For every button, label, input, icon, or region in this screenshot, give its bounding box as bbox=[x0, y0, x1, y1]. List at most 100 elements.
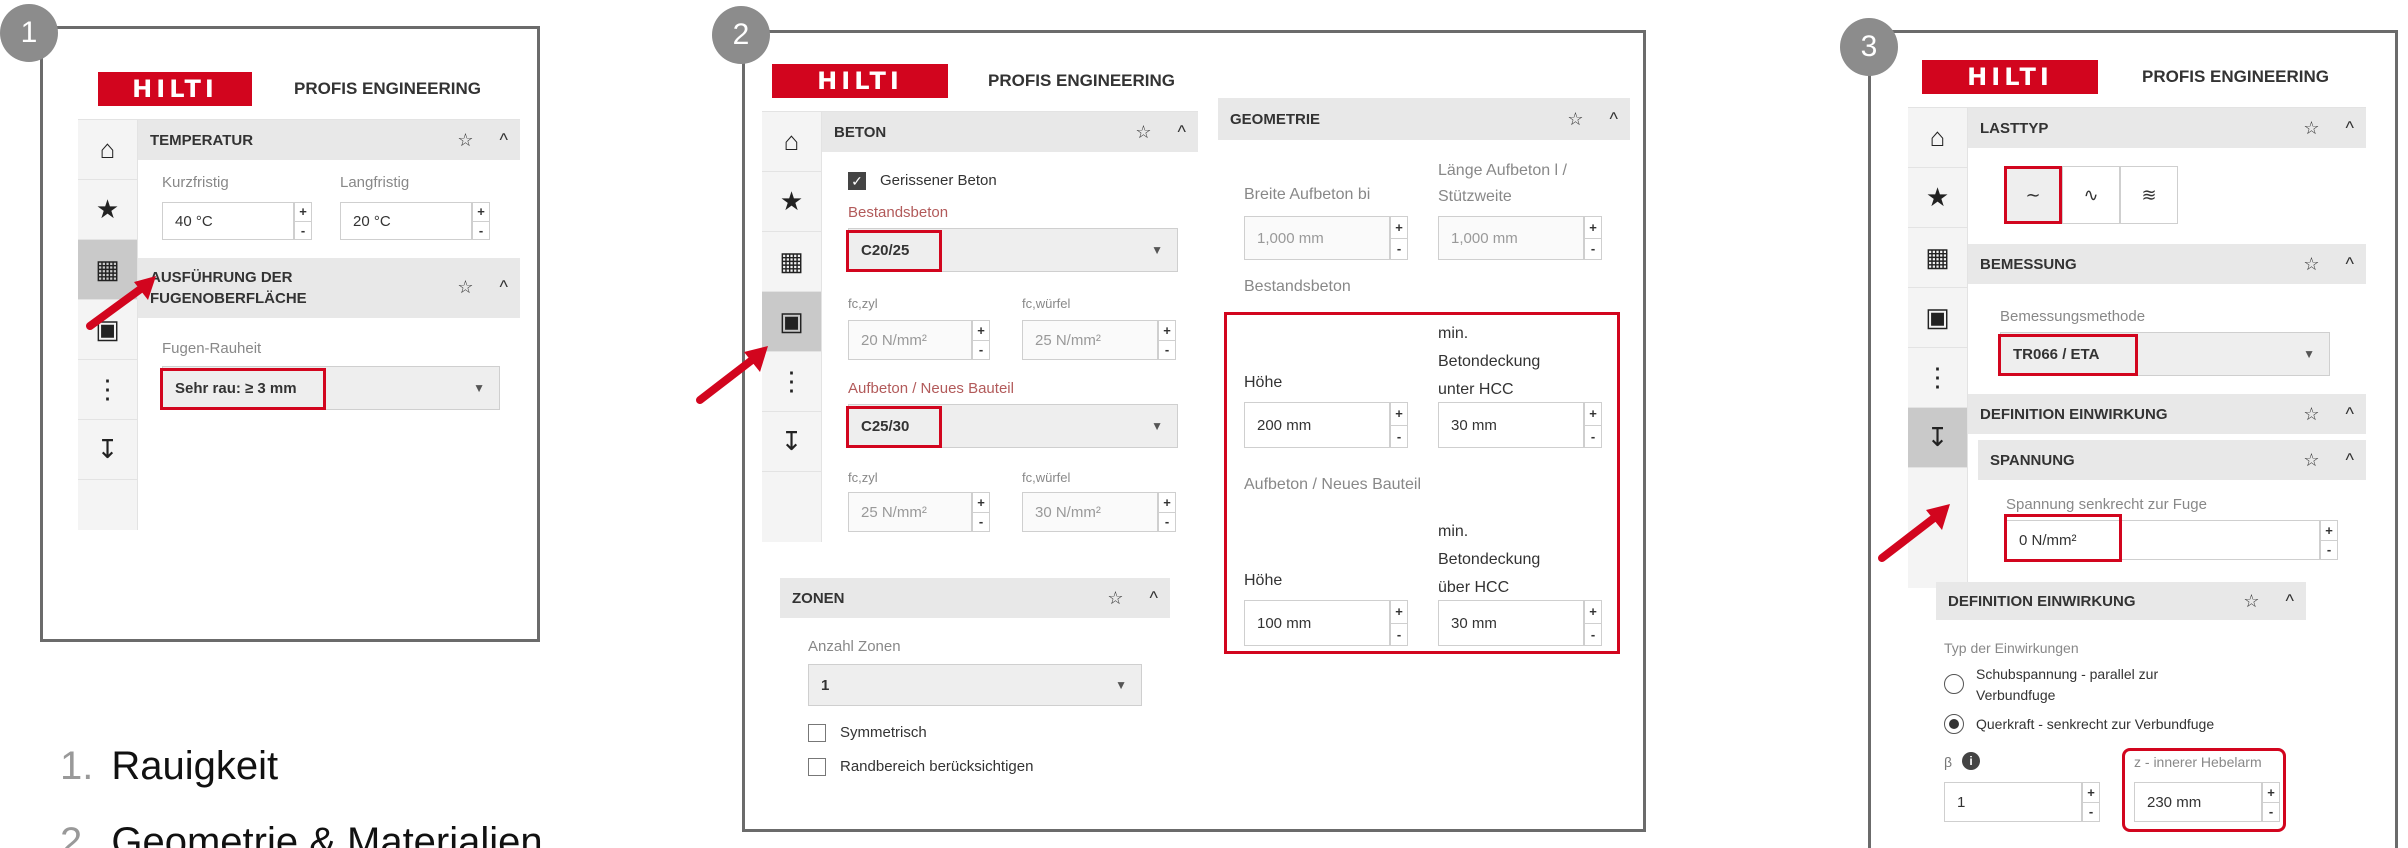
new-concrete-select[interactable]: C25/30 ▼ bbox=[848, 404, 1178, 448]
shear-stress-radio[interactable] bbox=[1944, 674, 1964, 694]
zones-count-select[interactable]: 1 ▼ bbox=[808, 664, 1142, 706]
length-input[interactable]: 1,000 mm bbox=[1438, 216, 1584, 260]
existing-cover-input[interactable]: 30 mm bbox=[1438, 402, 1584, 448]
section-header-design[interactable]: BEMESSUNG ☆ ^ bbox=[1968, 244, 2366, 284]
section-header-temperature[interactable]: TEMPERATUR ☆ ^ bbox=[138, 120, 520, 160]
star-icon[interactable]: ★ bbox=[78, 180, 137, 240]
section-header-action[interactable]: DEFINITION EINWIRKUNG ☆ ^ bbox=[1968, 394, 2366, 434]
transverse-force-label: Querkraft - senkrecht zur Verbundfuge bbox=[1976, 716, 2215, 732]
existing-height-stepper[interactable]: + - bbox=[1390, 402, 1408, 448]
zones-card: ZONEN ☆ ^ Anzahl Zonen 1 ▼ Symmetrisch Ran… bbox=[780, 578, 1170, 810]
star-icon[interactable]: ☆ bbox=[1567, 109, 1583, 130]
info-icon[interactable]: i bbox=[1962, 752, 1980, 770]
existing-fczyl-stepper[interactable]: + - bbox=[972, 320, 990, 360]
star-icon[interactable]: ★ bbox=[762, 172, 821, 232]
existing-fcwurfel-input[interactable]: 25 N/mm² bbox=[1022, 320, 1158, 360]
new-cover-input[interactable]: 30 mm bbox=[1438, 600, 1584, 646]
legend-item-2: 2. Geometrie & Materialien bbox=[60, 820, 543, 848]
short-term-input[interactable]: 40 °C bbox=[162, 202, 294, 240]
edge-region-checkbox[interactable] bbox=[808, 758, 826, 776]
section-header-zones[interactable]: ZONEN ☆ ^ bbox=[780, 578, 1170, 618]
beta-stepper[interactable]: + - bbox=[2082, 782, 2100, 822]
star-icon[interactable]: ☆ bbox=[2303, 118, 2319, 139]
chevron-up-icon[interactable]: ^ bbox=[500, 130, 508, 151]
fc-zyl-label: fc,zyl bbox=[848, 296, 878, 311]
chevron-up-icon[interactable]: ^ bbox=[500, 275, 508, 300]
existing-fcwurfel-stepper[interactable]: + - bbox=[1158, 320, 1176, 360]
chevron-up-icon[interactable]: ^ bbox=[2286, 591, 2294, 612]
existing-fczyl-input[interactable]: 20 N/mm² bbox=[848, 320, 972, 360]
beta-input[interactable]: 1 bbox=[1944, 782, 2082, 822]
chevron-up-icon[interactable]: ^ bbox=[2346, 450, 2354, 471]
section-header-surface[interactable]: AUSFÜHRUNG DER FUGENOBERFLÄCHE ☆ ^ bbox=[138, 258, 520, 318]
home-icon[interactable]: ⌂ bbox=[1908, 108, 1967, 168]
width-stepper[interactable]: + - bbox=[1390, 216, 1408, 260]
fatigue-load-button[interactable]: ≋ bbox=[2120, 166, 2178, 224]
roughness-select[interactable]: Sehr rau: ≥ 3 mm ▼ bbox=[162, 366, 500, 410]
concrete-blocks-icon[interactable]: ▦ bbox=[762, 232, 821, 292]
chevron-up-icon[interactable]: ^ bbox=[2346, 404, 2354, 425]
new-fcwurfel-input[interactable]: 30 N/mm² bbox=[1022, 492, 1158, 532]
section-header-geometry[interactable]: GEOMETRIE ☆ ^ bbox=[1218, 98, 1630, 140]
section-header-concrete[interactable]: BETON ☆ ^ bbox=[822, 112, 1198, 152]
new-height-stepper[interactable]: + - bbox=[1390, 600, 1408, 646]
static-load-button[interactable]: ∼ bbox=[2004, 166, 2062, 224]
home-icon[interactable]: ⌂ bbox=[762, 112, 821, 172]
transverse-force-radio[interactable] bbox=[1944, 714, 1964, 734]
long-term-input[interactable]: 20 °C bbox=[340, 202, 472, 240]
lever-arm-input[interactable]: 230 mm bbox=[2134, 782, 2262, 822]
app-header: HILTI PROFIS ENGINEERING bbox=[762, 50, 1198, 112]
chevron-down-icon: ▼ bbox=[1115, 678, 1127, 692]
section-header-action-2[interactable]: DEFINITION EINWIRKUNG ☆ ^ bbox=[1936, 582, 2306, 620]
star-icon[interactable]: ☆ bbox=[2243, 591, 2259, 612]
star-icon[interactable]: ☆ bbox=[2303, 254, 2319, 275]
star-icon[interactable]: ☆ bbox=[1107, 588, 1123, 609]
load-icon[interactable]: ↧ bbox=[1908, 408, 1967, 468]
short-term-stepper[interactable]: + - bbox=[294, 202, 312, 240]
existing-concrete-select[interactable]: C20/25 ▼ bbox=[848, 228, 1178, 272]
anchor-icon[interactable]: ⋮ bbox=[1908, 348, 1967, 408]
existing-cover-stepper[interactable]: + - bbox=[1584, 402, 1602, 448]
action-definition-card: DEFINITION EINWIRKUNG ☆ ^ Typ der Einwirk… bbox=[1936, 582, 2306, 848]
new-cover-stepper[interactable]: + - bbox=[1584, 600, 1602, 646]
shear-stress-label: Schubspannung - parallel zur Verbundfuge bbox=[1976, 666, 2159, 703]
star-icon[interactable]: ☆ bbox=[2303, 404, 2319, 425]
long-term-stepper[interactable]: + - bbox=[472, 202, 490, 240]
new-height-input[interactable]: 100 mm bbox=[1244, 600, 1390, 646]
new-fczyl-stepper[interactable]: + - bbox=[972, 492, 990, 532]
hilti-logo: HILTI bbox=[772, 63, 948, 98]
fc-zyl-label: fc,zyl bbox=[848, 470, 878, 485]
chevron-up-icon[interactable]: ^ bbox=[1178, 122, 1186, 143]
symmetric-checkbox[interactable] bbox=[808, 724, 826, 742]
chevron-up-icon[interactable]: ^ bbox=[2346, 118, 2354, 139]
load-icon[interactable]: ↧ bbox=[762, 412, 821, 472]
length-stepper[interactable]: + - bbox=[1584, 216, 1602, 260]
section-header-loadtype[interactable]: LASTTYP ☆ ^ bbox=[1968, 108, 2366, 148]
home-icon[interactable]: ⌂ bbox=[78, 120, 137, 180]
new-fcwurfel-stepper[interactable]: + - bbox=[1158, 492, 1176, 532]
cube-icon[interactable]: ▣ bbox=[1908, 288, 1967, 348]
star-icon[interactable]: ☆ bbox=[2303, 450, 2319, 471]
design-method-select[interactable]: TR066 / ETA ▼ bbox=[2000, 332, 2330, 376]
stress-input[interactable]: 0 N/mm² bbox=[2006, 520, 2320, 560]
star-icon[interactable]: ★ bbox=[1908, 168, 1967, 228]
stress-stepper[interactable]: + - bbox=[2320, 520, 2338, 560]
cracked-concrete-checkbox[interactable]: ✓ bbox=[848, 172, 866, 190]
width-input[interactable]: 1,000 mm bbox=[1244, 216, 1390, 260]
anchor-icon[interactable]: ⋮ bbox=[78, 360, 137, 420]
star-icon[interactable]: ☆ bbox=[1135, 122, 1151, 143]
lever-arm-stepper[interactable]: + - bbox=[2262, 782, 2280, 822]
section-header-stress[interactable]: SPANNUNG ☆ ^ bbox=[1978, 440, 2366, 480]
star-icon[interactable]: ☆ bbox=[457, 275, 473, 300]
seismic-load-button[interactable]: ∿ bbox=[2062, 166, 2120, 224]
short-term-label: Kurzfristig bbox=[162, 174, 229, 191]
section-title: DEFINITION EINWIRKUNG bbox=[1948, 592, 2136, 610]
chevron-up-icon[interactable]: ^ bbox=[1610, 109, 1618, 130]
concrete-blocks-icon[interactable]: ▦ bbox=[1908, 228, 1967, 288]
star-icon[interactable]: ☆ bbox=[457, 130, 473, 151]
chevron-up-icon[interactable]: ^ bbox=[2346, 254, 2354, 275]
existing-height-input[interactable]: 200 mm bbox=[1244, 402, 1390, 448]
load-icon[interactable]: ↧ bbox=[78, 420, 137, 480]
chevron-up-icon[interactable]: ^ bbox=[1150, 588, 1158, 609]
new-fczyl-input[interactable]: 25 N/mm² bbox=[848, 492, 972, 532]
